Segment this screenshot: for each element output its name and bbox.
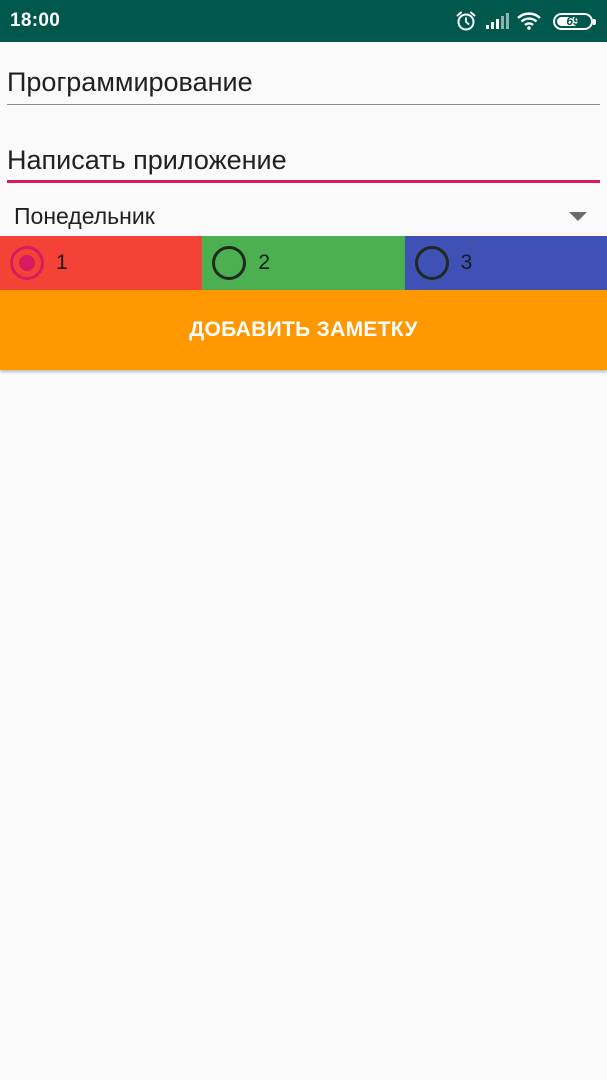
note-field[interactable]: Написать приложение <box>7 122 600 183</box>
category-field[interactable]: Программирование <box>7 42 600 106</box>
day-spinner-value[interactable]: Понедельник <box>14 203 155 230</box>
wifi-icon <box>517 12 541 30</box>
category-field-value[interactable]: Программирование <box>7 66 600 98</box>
alarm-icon <box>455 10 477 32</box>
priority-option-label[interactable]: 1 <box>56 251 68 275</box>
note-field-underline <box>7 180 600 183</box>
add-note-button[interactable]: ДОБАВИТЬ ЗАМЕТКУ <box>0 290 607 370</box>
priority-option-label[interactable]: 3 <box>461 251 473 275</box>
category-field-underline <box>7 104 600 105</box>
radio-dot <box>19 255 35 271</box>
priority-option-1[interactable]: 1 <box>0 236 203 290</box>
radio-checked-icon[interactable] <box>10 246 44 280</box>
priority-option-3[interactable]: 3 <box>404 236 607 290</box>
status-bar: 18:00 69 <box>0 0 607 42</box>
add-note-button-label[interactable]: ДОБАВИТЬ ЗАМЕТКУ <box>189 318 418 342</box>
cellular-signal-icon <box>485 12 509 30</box>
radio-unchecked-icon[interactable] <box>212 246 247 280</box>
radio-unchecked-icon[interactable] <box>414 246 449 280</box>
status-time: 18:00 <box>10 10 61 31</box>
status-icons: 69 <box>455 10 596 32</box>
priority-option-2[interactable]: 2 <box>202 236 405 290</box>
priority-option-label[interactable]: 2 <box>258 251 270 275</box>
battery-percent: 69 <box>566 14 580 28</box>
priority-radio-group: 1 2 3 <box>0 236 607 290</box>
day-spinner[interactable]: Понедельник <box>0 196 607 236</box>
battery-tip <box>593 18 596 25</box>
battery-icon: 69 <box>553 12 596 30</box>
note-field-value[interactable]: Написать приложение <box>7 144 600 176</box>
dropdown-arrow-icon[interactable] <box>569 211 587 221</box>
